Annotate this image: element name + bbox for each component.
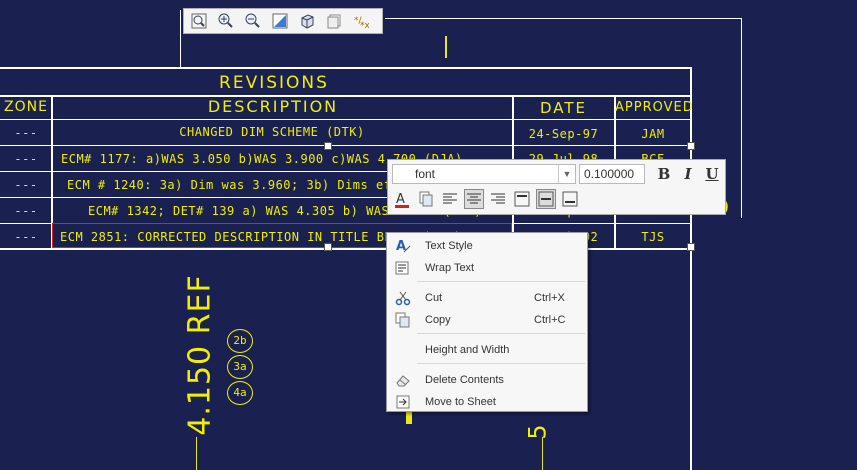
font-size-input[interactable]: 0.100000 <box>579 164 645 184</box>
cell-zone: --- <box>14 178 38 192</box>
sheet-border-top <box>385 18 742 19</box>
menu-item-copy[interactable]: Copy Ctrl+C <box>387 309 587 331</box>
table-title: REVISIONS <box>219 73 329 93</box>
menu-separator <box>417 333 585 334</box>
row-divider <box>0 145 692 146</box>
cell-zone: --- <box>14 230 38 244</box>
centerline-mark <box>445 36 447 58</box>
leader-line <box>196 437 197 470</box>
repaint-icon[interactable] <box>269 11 291 31</box>
balloon: 4a <box>227 381 253 405</box>
header-date: DATE <box>539 99 588 117</box>
selection-handle[interactable] <box>687 142 695 150</box>
zoom-fit-icon[interactable] <box>188 11 210 31</box>
menu-separator <box>417 281 585 282</box>
align-bottom-icon[interactable] <box>560 189 580 209</box>
svg-text:A: A <box>396 192 405 207</box>
move-to-sheet-icon <box>395 394 411 410</box>
menu-item-cut[interactable]: Cut Ctrl+X <box>387 287 587 309</box>
eraser-icon <box>395 372 411 388</box>
header-description: DESCRIPTION <box>207 97 339 116</box>
header-zone: ZONE <box>4 99 48 115</box>
cell-description: CHANGED DIM SCHEME (DTK) <box>179 125 365 139</box>
menu-item-text-style[interactable]: A Text Style <box>387 235 587 257</box>
text-style-icon: A <box>395 238 411 254</box>
cell-zone: --- <box>14 204 38 218</box>
copy-icon <box>395 312 411 328</box>
selection-handle[interactable] <box>324 243 332 251</box>
menu-item-move-to-sheet[interactable]: Move to Sheet <box>387 391 587 413</box>
align-right-icon[interactable] <box>488 189 508 209</box>
align-center-icon[interactable] <box>464 189 484 209</box>
cut-icon <box>395 290 411 306</box>
view-3d-icon[interactable] <box>296 11 318 31</box>
text-color-icon[interactable]: A <box>392 189 412 209</box>
italic-button[interactable]: I <box>678 164 698 184</box>
header-approved: APPROVED <box>615 100 694 115</box>
balloon: 3a <box>227 355 253 379</box>
cell-zone: --- <box>14 152 38 166</box>
svg-text:*x: *x <box>360 21 369 29</box>
selection-handle[interactable] <box>687 243 695 251</box>
sheet-border-right <box>741 18 742 218</box>
font-select[interactable]: font ▼ <box>392 164 576 184</box>
bold-button[interactable]: B <box>654 164 674 184</box>
font-select-value: font <box>415 167 436 181</box>
context-menu: A Text Style Wrap Text Cut Ctrl+X Copy C… <box>386 232 588 412</box>
chevron-down-icon: ▼ <box>558 165 575 183</box>
text-format-toolbar: font ▼ 0.100000 B I U A <box>387 159 726 215</box>
selection-handle[interactable] <box>324 142 332 150</box>
view-toolbar: */*x <box>183 8 383 34</box>
menu-separator <box>417 363 585 364</box>
balloon: 2b <box>227 329 253 353</box>
zoom-out-icon[interactable] <box>242 11 264 31</box>
cell-zone: --- <box>14 126 38 140</box>
drawing-mark: 5 <box>523 424 552 440</box>
datum-display-icon[interactable]: */*x <box>350 11 372 31</box>
menu-item-height-and-width[interactable]: Height and Width <box>387 339 587 361</box>
drawing-line <box>180 10 181 68</box>
copy-format-icon[interactable] <box>416 189 436 209</box>
zoom-in-icon[interactable] <box>215 11 237 31</box>
layers-icon[interactable] <box>323 11 345 31</box>
menu-item-wrap-text[interactable]: Wrap Text <box>387 257 587 279</box>
leader-line <box>542 437 543 470</box>
table-header-divider <box>0 119 692 120</box>
align-left-icon[interactable] <box>440 189 460 209</box>
cell-approved: TJS <box>641 230 665 244</box>
menu-item-delete-contents[interactable]: Delete Contents <box>387 369 587 391</box>
wrap-text-icon <box>395 260 411 276</box>
align-middle-icon[interactable] <box>536 189 556 209</box>
align-top-icon[interactable] <box>512 189 532 209</box>
cell-approved: JAM <box>641 127 665 141</box>
underline-button[interactable]: U <box>702 164 722 184</box>
table-border-bottom <box>0 248 692 250</box>
cell-date: 24-Sep-97 <box>528 127 599 141</box>
dimension-ref-text: 4.150 REF <box>182 274 218 436</box>
table-border-top <box>0 67 692 69</box>
